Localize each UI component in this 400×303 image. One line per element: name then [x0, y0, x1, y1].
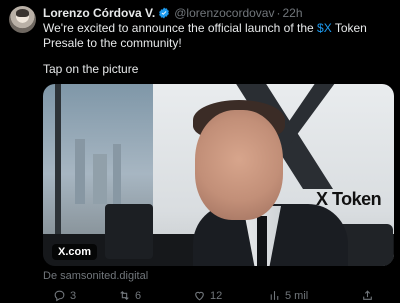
- tweet-media-card[interactable]: X Token X.com: [43, 84, 394, 266]
- tap-instruction: Tap on the picture: [43, 62, 139, 76]
- like-icon: [195, 291, 204, 301]
- timestamp[interactable]: 22h: [282, 5, 302, 21]
- views-button[interactable]: 5 mil: [268, 289, 308, 302]
- media-domain-label[interactable]: X.com: [52, 244, 98, 260]
- reply-button[interactable]: 3: [53, 289, 76, 302]
- author-handle[interactable]: @lorenzocordovav: [174, 5, 274, 21]
- verified-badge-icon: [159, 7, 170, 19]
- reply-icon: [54, 290, 65, 302]
- person-tie: [257, 216, 267, 266]
- separator-dot: ·: [276, 6, 281, 20]
- x-token-sign: X Token: [316, 189, 382, 209]
- person-face: [195, 110, 283, 220]
- retweet-button[interactable]: 6: [118, 289, 141, 302]
- like-button[interactable]: 12: [193, 289, 222, 302]
- cashtag-link[interactable]: $X: [317, 21, 332, 35]
- share-button[interactable]: [361, 289, 374, 302]
- office-chair: [105, 204, 153, 259]
- avatar-hair: [16, 9, 29, 17]
- views-icon: [270, 291, 279, 300]
- share-icon: [363, 290, 372, 300]
- avatar[interactable]: [9, 6, 36, 33]
- author-name[interactable]: Lorenzo Córdova V.: [43, 5, 155, 21]
- tweet-text: We're excited to announce the official l…: [43, 21, 395, 51]
- tweet-actions: 3 6 12 5 mil: [43, 289, 393, 303]
- tweet-header: Lorenzo Córdova V. @lorenzocordovav · 22…: [43, 5, 392, 21]
- retweet-icon: [120, 290, 129, 301]
- link-source[interactable]: De samsonited.digital: [43, 270, 148, 282]
- tweet-text-start: We're excited to announce the official l…: [43, 21, 318, 35]
